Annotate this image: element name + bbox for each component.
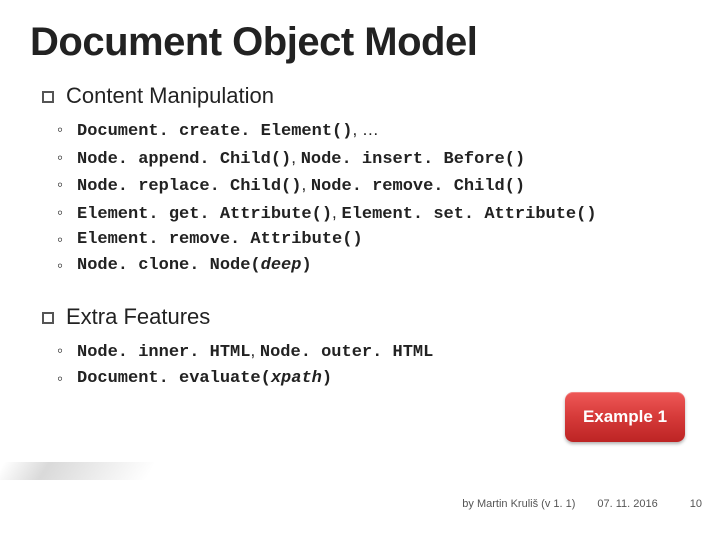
footer-page-number: 10 bbox=[690, 498, 702, 510]
section-extra-features: Extra Features Node. inner. HTML, Node. … bbox=[30, 304, 690, 391]
list-item: Node. clone. Node(deep) bbox=[77, 253, 690, 279]
decorative-accent bbox=[0, 462, 154, 480]
square-bullet-icon bbox=[42, 91, 54, 103]
slide-title: Document Object Model bbox=[30, 20, 690, 65]
list-item: Document. create. Element(), … bbox=[77, 117, 690, 145]
section-content-manipulation: Content Manipulation Document. create. E… bbox=[30, 83, 690, 278]
item-list: Document. create. Element(), …Node. appe… bbox=[42, 117, 690, 278]
footer-date: 07. 11. 2016 bbox=[597, 498, 657, 510]
section-heading: Extra Features bbox=[42, 304, 690, 330]
section-heading: Content Manipulation bbox=[42, 83, 690, 109]
item-list: Node. inner. HTML, Node. outer. HTMLDocu… bbox=[42, 338, 690, 391]
list-item: Node. replace. Child(), Node. remove. Ch… bbox=[77, 172, 690, 200]
square-bullet-icon bbox=[42, 312, 54, 324]
list-item: Element. remove. Attribute() bbox=[77, 227, 690, 253]
list-item: Document. evaluate(xpath) bbox=[77, 366, 690, 392]
list-item: Element. get. Attribute(), Element. set.… bbox=[77, 200, 690, 228]
list-item: Node. append. Child(), Node. insert. Bef… bbox=[77, 145, 690, 173]
footer: by Martin Kruliš (v 1. 1) 07. 11. 2016 1… bbox=[18, 498, 702, 510]
example-button[interactable]: Example 1 bbox=[565, 392, 685, 442]
footer-author: by Martin Kruliš (v 1. 1) bbox=[462, 498, 575, 510]
list-item: Node. inner. HTML, Node. outer. HTML bbox=[77, 338, 690, 366]
